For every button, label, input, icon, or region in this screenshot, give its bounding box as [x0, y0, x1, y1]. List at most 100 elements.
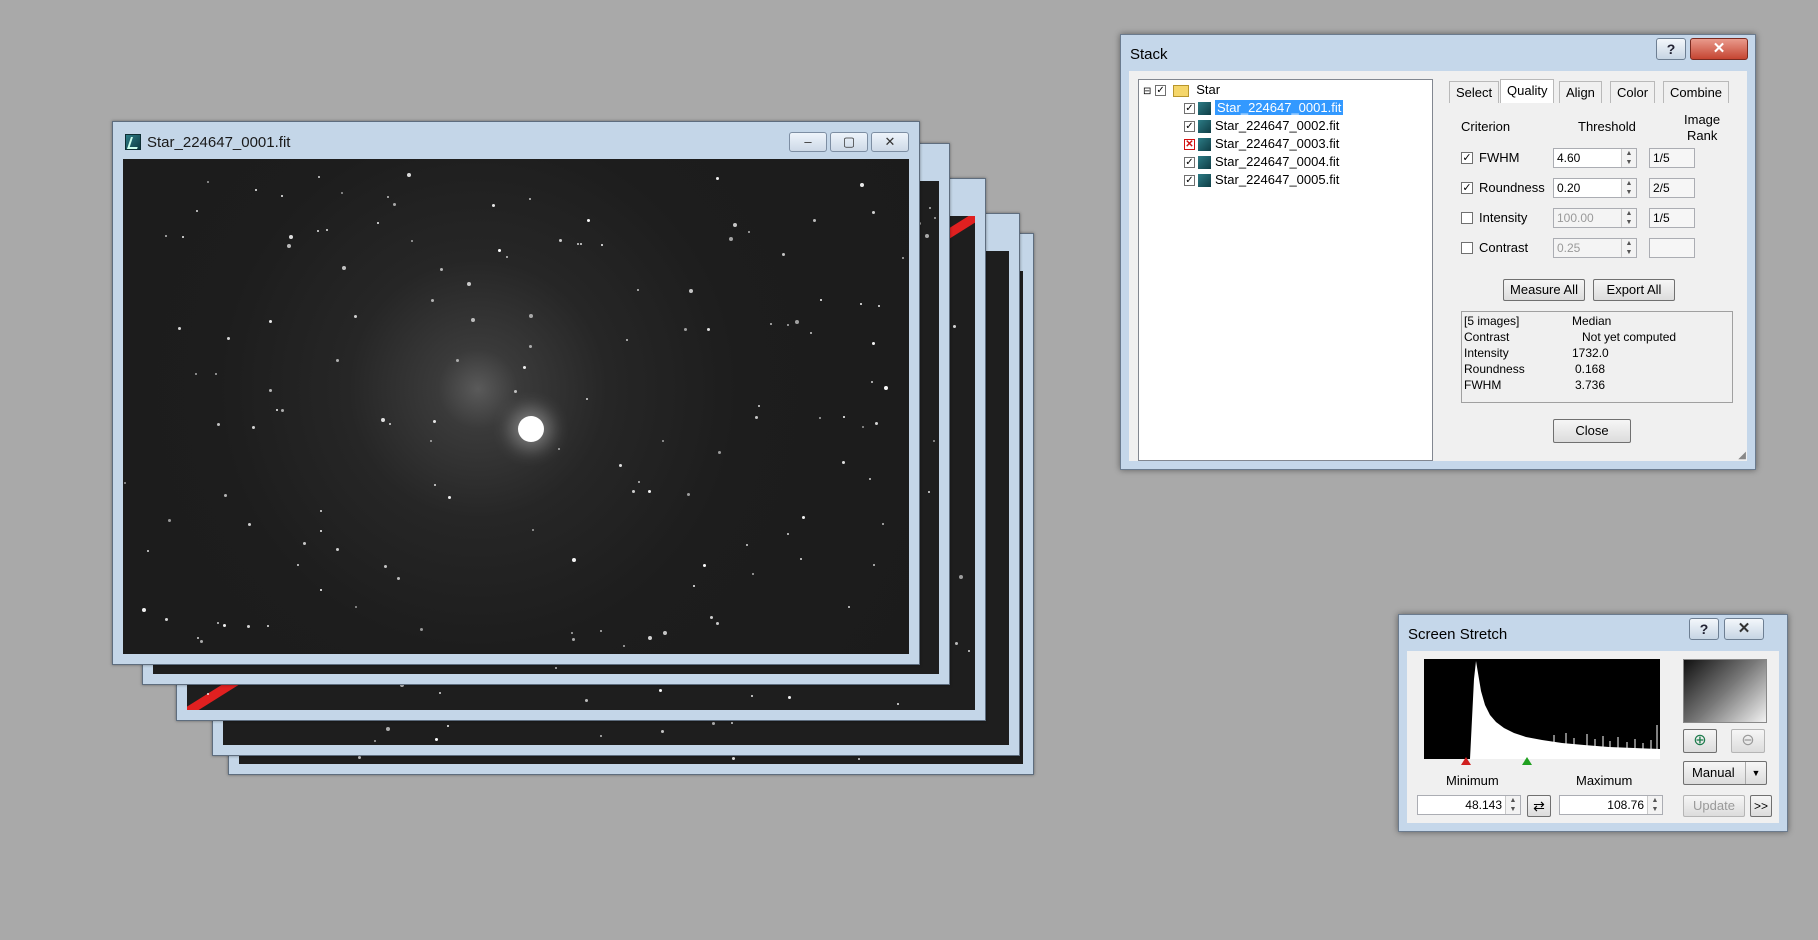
star-dot: [619, 464, 622, 467]
tree-item-label: Star_224647_0004.fit: [1215, 154, 1340, 169]
checkbox[interactable]: ✓: [1184, 121, 1195, 133]
tab-combine[interactable]: Combine: [1663, 81, 1730, 103]
tree-root[interactable]: ⊟ ✓ Star: [1143, 82, 1220, 98]
export-all-button[interactable]: Export All: [1593, 279, 1675, 301]
tree-item[interactable]: ✓ Star_224647_0002.fit: [1184, 118, 1339, 134]
folder-icon: [1172, 84, 1189, 97]
maximum-field[interactable]: 108.76 ▲ ▼: [1559, 795, 1663, 815]
star-dot: [663, 631, 667, 635]
tab-select[interactable]: Select: [1449, 81, 1500, 103]
spin-arrows-icon[interactable]: ▲ ▼: [1621, 209, 1636, 227]
image-window-active[interactable]: Star_224647_0001.fit – ▢ ✕: [112, 121, 920, 665]
roundness-threshold[interactable]: 0.20 ▲ ▼: [1553, 178, 1637, 198]
spin-arrows-icon[interactable]: ▲ ▼: [1505, 796, 1520, 814]
minimize-button[interactable]: –: [789, 132, 827, 152]
star-dot: [317, 230, 319, 232]
fits-file-icon: [1198, 156, 1211, 170]
tab-align[interactable]: Align: [1559, 81, 1602, 103]
star-dot: [341, 192, 343, 194]
tab-strip: Select Quality Align Color Combine: [1449, 79, 1739, 105]
minimum-field[interactable]: 48.143 ▲ ▼: [1417, 795, 1521, 815]
star-dot: [558, 448, 560, 450]
tree-item[interactable]: ✓ Star_224647_0001.fit: [1184, 100, 1344, 116]
star-dot: [746, 544, 748, 546]
rank-header-line1: Image: [1684, 112, 1721, 127]
checkbox[interactable]: ✓: [1184, 175, 1195, 187]
star-dot: [200, 640, 203, 643]
star-dot: [195, 373, 197, 375]
update-button[interactable]: Update: [1683, 795, 1745, 817]
file-tree[interactable]: ⊟ ✓ Star ✓ Star_224647_0001.fit ✓ Star_224…: [1138, 79, 1433, 461]
screen-stretch-title: Screen Stretch: [1408, 626, 1508, 643]
screen-stretch-dialog: Screen Stretch ? ✕ ⊕ ⊖ Minimum Maximum 4…: [1398, 614, 1788, 832]
checkbox[interactable]: ✓: [1184, 103, 1195, 115]
expand-button[interactable]: >>: [1750, 795, 1772, 817]
close-button[interactable]: ✕: [871, 132, 909, 152]
star-dot: [506, 256, 508, 258]
star-dot: [420, 628, 423, 631]
star-dot: [755, 416, 758, 419]
fwhm-checkbox[interactable]: ✓: [1461, 152, 1473, 164]
fwhm-threshold[interactable]: 4.60 ▲ ▼: [1553, 148, 1637, 168]
intensity-checkbox[interactable]: [1461, 212, 1473, 224]
close-button[interactable]: ✕: [1690, 38, 1748, 60]
zoom-out-icon[interactable]: ⊖: [1731, 729, 1765, 753]
spin-arrows-icon[interactable]: ▲ ▼: [1621, 179, 1636, 197]
star-dot: [456, 359, 459, 362]
checkbox[interactable]: ✓: [1155, 85, 1167, 97]
help-button[interactable]: ?: [1689, 618, 1719, 640]
close-dialog-button[interactable]: Close: [1553, 419, 1631, 443]
star-image[interactable]: [123, 159, 909, 654]
swap-button[interactable]: ⇄: [1527, 795, 1551, 817]
rejected-icon[interactable]: ✕: [1184, 139, 1195, 151]
fits-file-icon: [1198, 102, 1211, 116]
help-button[interactable]: ?: [1656, 38, 1686, 60]
tab-color[interactable]: Color: [1610, 81, 1656, 103]
star-dot: [860, 183, 864, 187]
threshold-header: Threshold: [1578, 119, 1636, 134]
star-dot: [255, 189, 257, 191]
contrast-threshold[interactable]: 0.25 ▲ ▼: [1553, 238, 1637, 258]
minimum-marker-icon[interactable]: [1461, 757, 1471, 765]
tree-item-label: Star_224647_0001.fit: [1215, 100, 1344, 115]
histogram[interactable]: [1424, 659, 1660, 759]
star-dot: [733, 223, 737, 227]
stats-value: 0.168: [1575, 362, 1606, 376]
spin-arrows-icon[interactable]: ▲ ▼: [1647, 796, 1662, 814]
tree-item[interactable]: ✕ Star_224647_0003.fit: [1184, 136, 1339, 152]
tab-quality[interactable]: Quality: [1500, 79, 1555, 103]
zoom-in-icon[interactable]: ⊕: [1683, 729, 1717, 753]
star-dot: [770, 323, 772, 325]
mode-dropdown[interactable]: Manual ▼: [1683, 761, 1767, 785]
tree-item[interactable]: ✓ Star_224647_0004.fit: [1184, 154, 1339, 170]
star-dot: [267, 625, 269, 627]
measure-all-button[interactable]: Measure All: [1503, 279, 1585, 301]
star-dot: [297, 564, 299, 566]
spin-arrows-icon[interactable]: ▲ ▼: [1621, 239, 1636, 257]
intensity-threshold[interactable]: 100.00 ▲ ▼: [1553, 208, 1637, 228]
star-dot: [968, 650, 970, 652]
chevron-down-icon[interactable]: ▼: [1745, 762, 1766, 784]
star-dot: [787, 324, 789, 326]
stats-value: 1732.0: [1572, 346, 1609, 360]
star-dot: [684, 328, 687, 331]
tree-item[interactable]: ✓ Star_224647_0005.fit: [1184, 172, 1339, 188]
star-dot: [178, 327, 181, 330]
spin-arrows-icon[interactable]: ▲ ▼: [1621, 149, 1636, 167]
image-window-titlebar[interactable]: Star_224647_0001.fit – ▢ ✕: [113, 122, 919, 158]
close-button[interactable]: ✕: [1724, 618, 1764, 640]
star-dot: [782, 253, 785, 256]
star-dot: [281, 195, 283, 197]
star-dot: [662, 440, 664, 442]
maximum-marker-icon[interactable]: [1522, 757, 1532, 765]
star-dot: [248, 523, 251, 526]
star-dot: [287, 244, 291, 248]
collapse-icon[interactable]: ⊟: [1143, 86, 1151, 97]
checkbox[interactable]: ✓: [1184, 157, 1195, 169]
roundness-checkbox[interactable]: ✓: [1461, 182, 1473, 194]
intensity-label: Intensity: [1479, 210, 1528, 225]
resize-grip-icon[interactable]: ◢: [1738, 450, 1746, 461]
star-dot: [498, 249, 501, 252]
contrast-checkbox[interactable]: [1461, 242, 1473, 254]
maximize-button[interactable]: ▢: [830, 132, 868, 152]
